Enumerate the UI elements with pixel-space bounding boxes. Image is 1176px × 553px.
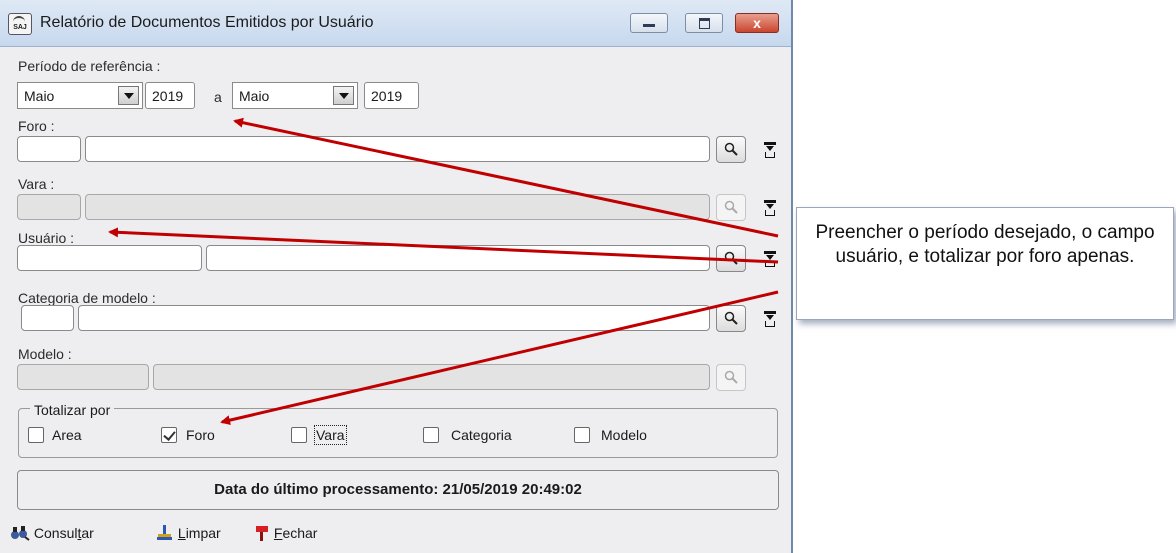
fechar-label: Fechar xyxy=(273,525,318,541)
from-year-input[interactable]: 2019 xyxy=(145,82,195,109)
last-processing-status: Data do último processamento: 21/05/2019… xyxy=(17,470,779,510)
close-button[interactable]: x xyxy=(735,13,779,33)
categoria-name-input[interactable] xyxy=(78,305,710,331)
modelo-search-button xyxy=(716,364,746,391)
modelo-label: Modelo : xyxy=(18,346,72,362)
categoria-label: Categoria de modelo : xyxy=(18,290,156,306)
checkbox-categoria[interactable] xyxy=(423,427,439,443)
usuario-search-button[interactable] xyxy=(716,245,746,272)
clear-filter-icon[interactable] xyxy=(764,142,776,158)
search-icon xyxy=(724,200,738,214)
categoria-code-input[interactable] xyxy=(21,305,74,331)
foro-code-input[interactable] xyxy=(17,136,81,162)
fechar-button[interactable]: Fechar xyxy=(254,525,317,541)
report-window: SAJ Relatório de Documentos Emitidos por… xyxy=(0,0,793,553)
search-icon xyxy=(724,142,738,156)
clear-filter-icon[interactable] xyxy=(764,311,776,327)
totalizar-title: Totalizar por xyxy=(30,402,115,418)
period-separator: a xyxy=(214,89,222,105)
limpar-label: Limpar xyxy=(177,525,221,541)
window-title: Relatório de Documentos Emitidos por Usu… xyxy=(40,14,374,31)
vara-search-button xyxy=(716,194,746,221)
checkbox-foro-label[interactable]: Foro xyxy=(186,427,215,443)
usuario-label: Usuário : xyxy=(18,230,75,246)
clear-filter-icon[interactable] xyxy=(764,251,776,267)
chevron-down-icon[interactable] xyxy=(118,86,139,105)
checkbox-foro[interactable] xyxy=(161,427,177,443)
vara-code-input xyxy=(17,194,81,220)
foro-search-button[interactable] xyxy=(716,136,746,163)
to-month-value: Maio xyxy=(239,88,270,104)
foro-name-input[interactable] xyxy=(85,136,710,162)
checkbox-area-label[interactable]: Area xyxy=(52,427,82,443)
to-year-input[interactable]: 2019 xyxy=(364,82,419,109)
checkbox-categoria-label[interactable]: Categoria xyxy=(451,427,512,443)
categoria-search-button[interactable] xyxy=(716,305,746,332)
foro-label: Foro : xyxy=(18,118,55,134)
vara-label: Vara : xyxy=(18,176,55,192)
consultar-label: Consultar xyxy=(33,525,94,541)
modelo-code-input xyxy=(17,364,149,390)
consultar-button[interactable]: Consultar xyxy=(10,525,94,541)
search-icon xyxy=(724,311,738,325)
checkbox-vara-label[interactable]: Vara xyxy=(314,425,347,445)
checkbox-modelo[interactable] xyxy=(574,427,590,443)
annotation-callout: Preencher o período desejado, o campo us… xyxy=(796,207,1174,320)
title-bar[interactable]: SAJ Relatório de Documentos Emitidos por… xyxy=(0,0,791,47)
usuario-code-input[interactable] xyxy=(17,245,202,271)
clear-filter-icon[interactable] xyxy=(764,200,776,216)
app-icon: SAJ xyxy=(8,13,32,35)
checkbox-area[interactable] xyxy=(28,427,44,443)
from-month-select[interactable]: Maio xyxy=(17,82,143,109)
search-icon xyxy=(724,251,738,265)
flag-icon xyxy=(256,526,268,541)
to-month-select[interactable]: Maio xyxy=(232,82,358,109)
vara-name-input xyxy=(85,194,710,220)
search-icon xyxy=(724,370,738,384)
maximize-button[interactable] xyxy=(685,13,723,33)
usuario-name-input[interactable] xyxy=(206,245,710,271)
chevron-down-icon[interactable] xyxy=(333,86,354,105)
totalizar-groupbox xyxy=(18,408,778,458)
checkbox-vara[interactable] xyxy=(291,427,307,443)
checkmark-icon xyxy=(163,428,176,441)
limpar-button[interactable]: Limpar xyxy=(156,525,221,541)
modelo-name-input xyxy=(153,364,710,390)
checkbox-modelo-label[interactable]: Modelo xyxy=(601,427,647,443)
from-month-value: Maio xyxy=(24,88,55,104)
broom-icon xyxy=(157,525,172,540)
binoculars-icon xyxy=(11,526,30,541)
periodo-label: Período de referência : xyxy=(18,58,161,74)
minimize-button[interactable] xyxy=(630,13,668,33)
